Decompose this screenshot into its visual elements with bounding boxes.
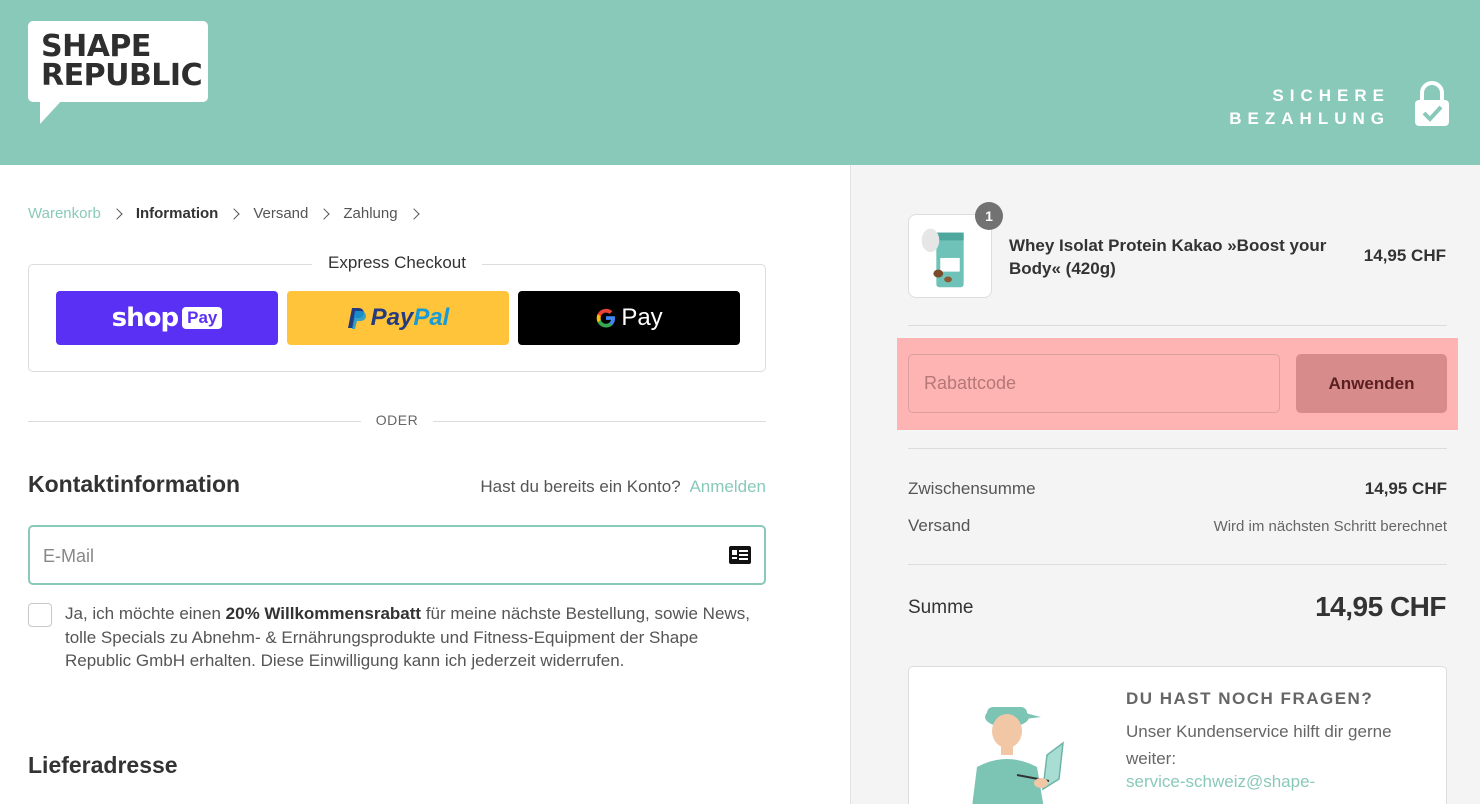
paypal-wordmark-pay: Pay (370, 304, 414, 331)
login-link[interactable]: Anmelden (689, 477, 766, 496)
secure-line-1: SICHERE (1272, 86, 1390, 105)
email-field-wrapper (28, 525, 766, 585)
express-checkout-box: Express Checkout shop Pay Pay Pal Pay (28, 253, 766, 372)
order-summary-column: 1 Whey Isolat Protein Kakao »Boost your … (850, 165, 1480, 804)
consent-text-part1: Ja, ich möchte einen (65, 604, 221, 623)
or-divider-label: ODER (375, 412, 419, 428)
apply-discount-button[interactable]: Anwenden (1296, 354, 1447, 413)
or-divider: ODER (28, 410, 766, 432)
product-price: 14,95 CHF (1363, 246, 1446, 265)
paypal-p-icon (347, 308, 366, 329)
google-pay-wordmark: Pay (621, 304, 663, 331)
consent-text-bold: 20% Willkommensrabatt (225, 604, 422, 623)
discount-code-input[interactable] (908, 354, 1280, 413)
express-checkout-title: Express Checkout (312, 253, 482, 273)
email-field[interactable] (43, 542, 703, 570)
login-prompt: Hast du bereits ein Konto? Anmelden (480, 477, 766, 497)
login-prompt-text: Hast du bereits ein Konto? (480, 477, 681, 496)
google-pay-button[interactable]: Pay (518, 291, 740, 345)
shop-pay-badge: Pay (182, 307, 223, 329)
contact-section-title: Kontaktinformation (28, 471, 241, 497)
shop-pay-wordmark: shop (111, 303, 179, 333)
paypal-wordmark-pal: Pal (413, 304, 450, 331)
shipping-label: Versand (908, 516, 971, 535)
shape-republic-logo[interactable]: SHAPE REPUBLIC (28, 21, 208, 102)
google-g-icon (597, 308, 616, 328)
lock-icon (1415, 81, 1449, 126)
total-value: 14,95 CHF (1315, 591, 1446, 622)
subtotal-value: 14,95 CHF (1364, 479, 1447, 498)
shipping-address-title: Lieferadresse (28, 752, 178, 778)
customer-service-illustration (972, 707, 1064, 804)
chevron-right-icon (407, 207, 420, 220)
contact-card-icon[interactable] (729, 546, 751, 564)
breadcrumb: Warenkorb Information Versand Zahlung (28, 205, 433, 222)
total-label: Summe (908, 597, 974, 618)
chevron-right-icon (228, 207, 240, 220)
breadcrumb-information: Information (135, 205, 219, 222)
chevron-right-icon (111, 207, 123, 220)
subtotal-label: Zwischensumme (908, 479, 1036, 498)
summary-divider (908, 564, 1447, 565)
summary-divider (908, 325, 1447, 326)
support-email-link[interactable]: service-schweiz@shape- (1126, 772, 1315, 792)
help-title: DU HAST NOCH FRAGEN? (1126, 689, 1374, 708)
summary-divider (908, 448, 1447, 449)
customer-service-box: DU HAST NOCH FRAGEN? Unser Kundenservice… (908, 666, 1447, 804)
breadcrumb-warenkorb[interactable]: Warenkorb (28, 205, 101, 222)
newsletter-checkbox[interactable] (28, 603, 52, 627)
breadcrumb-versand: Versand (253, 205, 309, 222)
site-header: SHAPE REPUBLIC SICHERE BEZAHLUNG (0, 0, 1480, 165)
product-name: Whey Isolat Protein Kakao »Boost your Bo… (1009, 236, 1327, 278)
secure-payment-label: SICHERE BEZAHLUNG (1229, 84, 1390, 130)
protein-tin-image (921, 228, 964, 288)
shipping-value: Wird im nächsten Schritt berechnet (1213, 518, 1447, 535)
breadcrumb-zahlung: Zahlung (343, 205, 398, 222)
logo-line-2: REPUBLIC (41, 58, 203, 93)
paypal-button[interactable]: Pay Pal (287, 291, 509, 345)
chevron-right-icon (318, 207, 331, 220)
secure-line-2: BEZAHLUNG (1229, 109, 1390, 128)
logo-speech-tail (40, 98, 64, 124)
newsletter-consent-text: Ja, ich möchte einen 20% Willkommensraba… (65, 602, 755, 673)
help-text: Unser Kundenservice hilft dir gerne weit… (1126, 722, 1392, 768)
checkout-form-column: Warenkorb Information Versand Zahlung Ex… (0, 165, 850, 804)
quantity-badge: 1 (975, 202, 1003, 230)
shop-pay-button[interactable]: shop Pay (56, 291, 278, 345)
